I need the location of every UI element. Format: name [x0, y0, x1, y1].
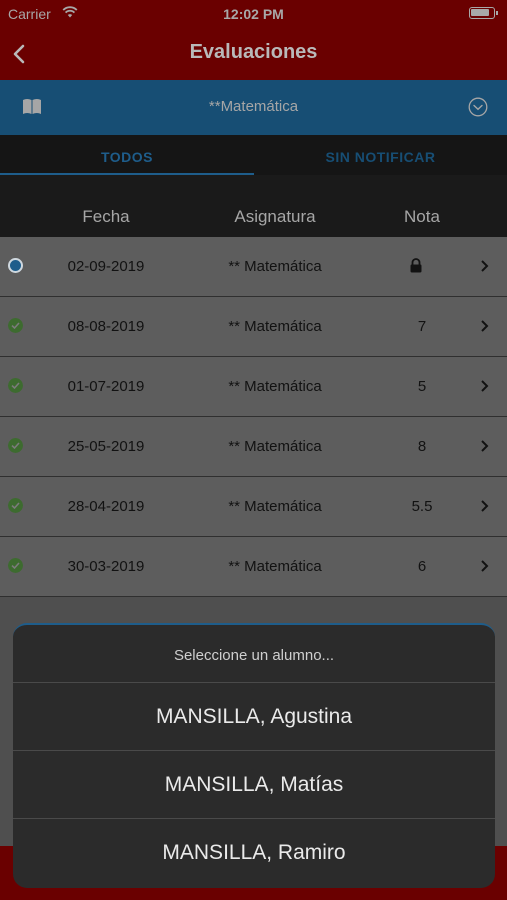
- tab-todos[interactable]: TODOS: [0, 135, 254, 175]
- row-subject: ** Matemática: [228, 318, 322, 335]
- lock-icon: [410, 258, 422, 273]
- row-date: 28-04-2019: [67, 498, 145, 515]
- header-date: Fecha: [82, 207, 130, 226]
- row-subject: ** Matemática: [228, 258, 322, 275]
- tab-sin-notificar[interactable]: SIN NOTIFICAR: [254, 135, 507, 175]
- row-date: 01-07-2019: [67, 378, 145, 395]
- sheet-prompt: Seleccione un alumno...: [13, 625, 495, 683]
- table-row[interactable]: 08-08-2019 ** Matemática 7: [0, 297, 507, 357]
- student-picker-sheet: Seleccione un alumno... MANSILLA, Agusti…: [13, 623, 495, 888]
- chevron-right-icon: [481, 560, 489, 572]
- student-option[interactable]: MANSILLA, Ramiro: [13, 819, 495, 887]
- chevron-right-icon: [481, 500, 489, 512]
- table-header: Fecha Asignatura Nota: [0, 175, 507, 237]
- header-subject: Asignatura: [234, 207, 316, 226]
- chevron-right-icon: [481, 260, 489, 272]
- row-subject: ** Matemática: [228, 558, 322, 575]
- check-circle-icon: [8, 318, 23, 333]
- student-option[interactable]: MANSILLA, Agustina: [13, 683, 495, 751]
- check-circle-icon: [8, 438, 23, 453]
- row-grade: 6: [417, 558, 427, 575]
- row-grade: 7: [417, 318, 427, 335]
- table-row[interactable]: 30-03-2019 ** Matemática 6: [0, 537, 507, 597]
- battery-icon: [469, 7, 498, 19]
- status-bar: Carrier 12:02 PM: [0, 0, 507, 28]
- table-row[interactable]: 02-09-2019 ** Matemática: [0, 237, 507, 297]
- student-option[interactable]: MANSILLA, Matías: [13, 751, 495, 819]
- page-title: Evaluaciones: [189, 41, 318, 63]
- chevron-down-circle-icon[interactable]: [468, 97, 488, 117]
- table-row[interactable]: 01-07-2019 ** Matemática 5: [0, 357, 507, 417]
- chevron-right-icon: [481, 380, 489, 392]
- subject-selector[interactable]: **Matemática: [0, 80, 507, 135]
- row-grade: 8: [417, 438, 427, 455]
- row-date: 02-09-2019: [67, 258, 145, 275]
- table-row[interactable]: 25-05-2019 ** Matemática 8: [0, 417, 507, 477]
- chevron-right-icon: [481, 320, 489, 332]
- clock: 12:02 PM: [223, 6, 284, 22]
- row-grade: 5: [417, 378, 427, 395]
- row-subject: ** Matemática: [228, 378, 322, 395]
- check-circle-icon: [8, 378, 23, 393]
- row-date: 25-05-2019: [67, 438, 145, 455]
- navigation-bar: Evaluaciones: [0, 28, 507, 80]
- row-grade: 5.5: [411, 498, 433, 515]
- table-row[interactable]: 28-04-2019 ** Matemática 5.5: [0, 477, 507, 537]
- row-date: 30-03-2019: [67, 558, 145, 575]
- filter-tabs: TODOS SIN NOTIFICAR: [0, 135, 507, 175]
- chevron-right-icon: [481, 440, 489, 452]
- row-date: 08-08-2019: [67, 318, 145, 335]
- row-subject: ** Matemática: [228, 438, 322, 455]
- row-subject: ** Matemática: [228, 498, 322, 515]
- pending-status-icon: [8, 258, 23, 273]
- header-grade: Nota: [404, 207, 440, 226]
- check-circle-icon: [8, 498, 23, 513]
- check-circle-icon: [8, 558, 23, 573]
- subject-label: **Matemática: [208, 98, 299, 115]
